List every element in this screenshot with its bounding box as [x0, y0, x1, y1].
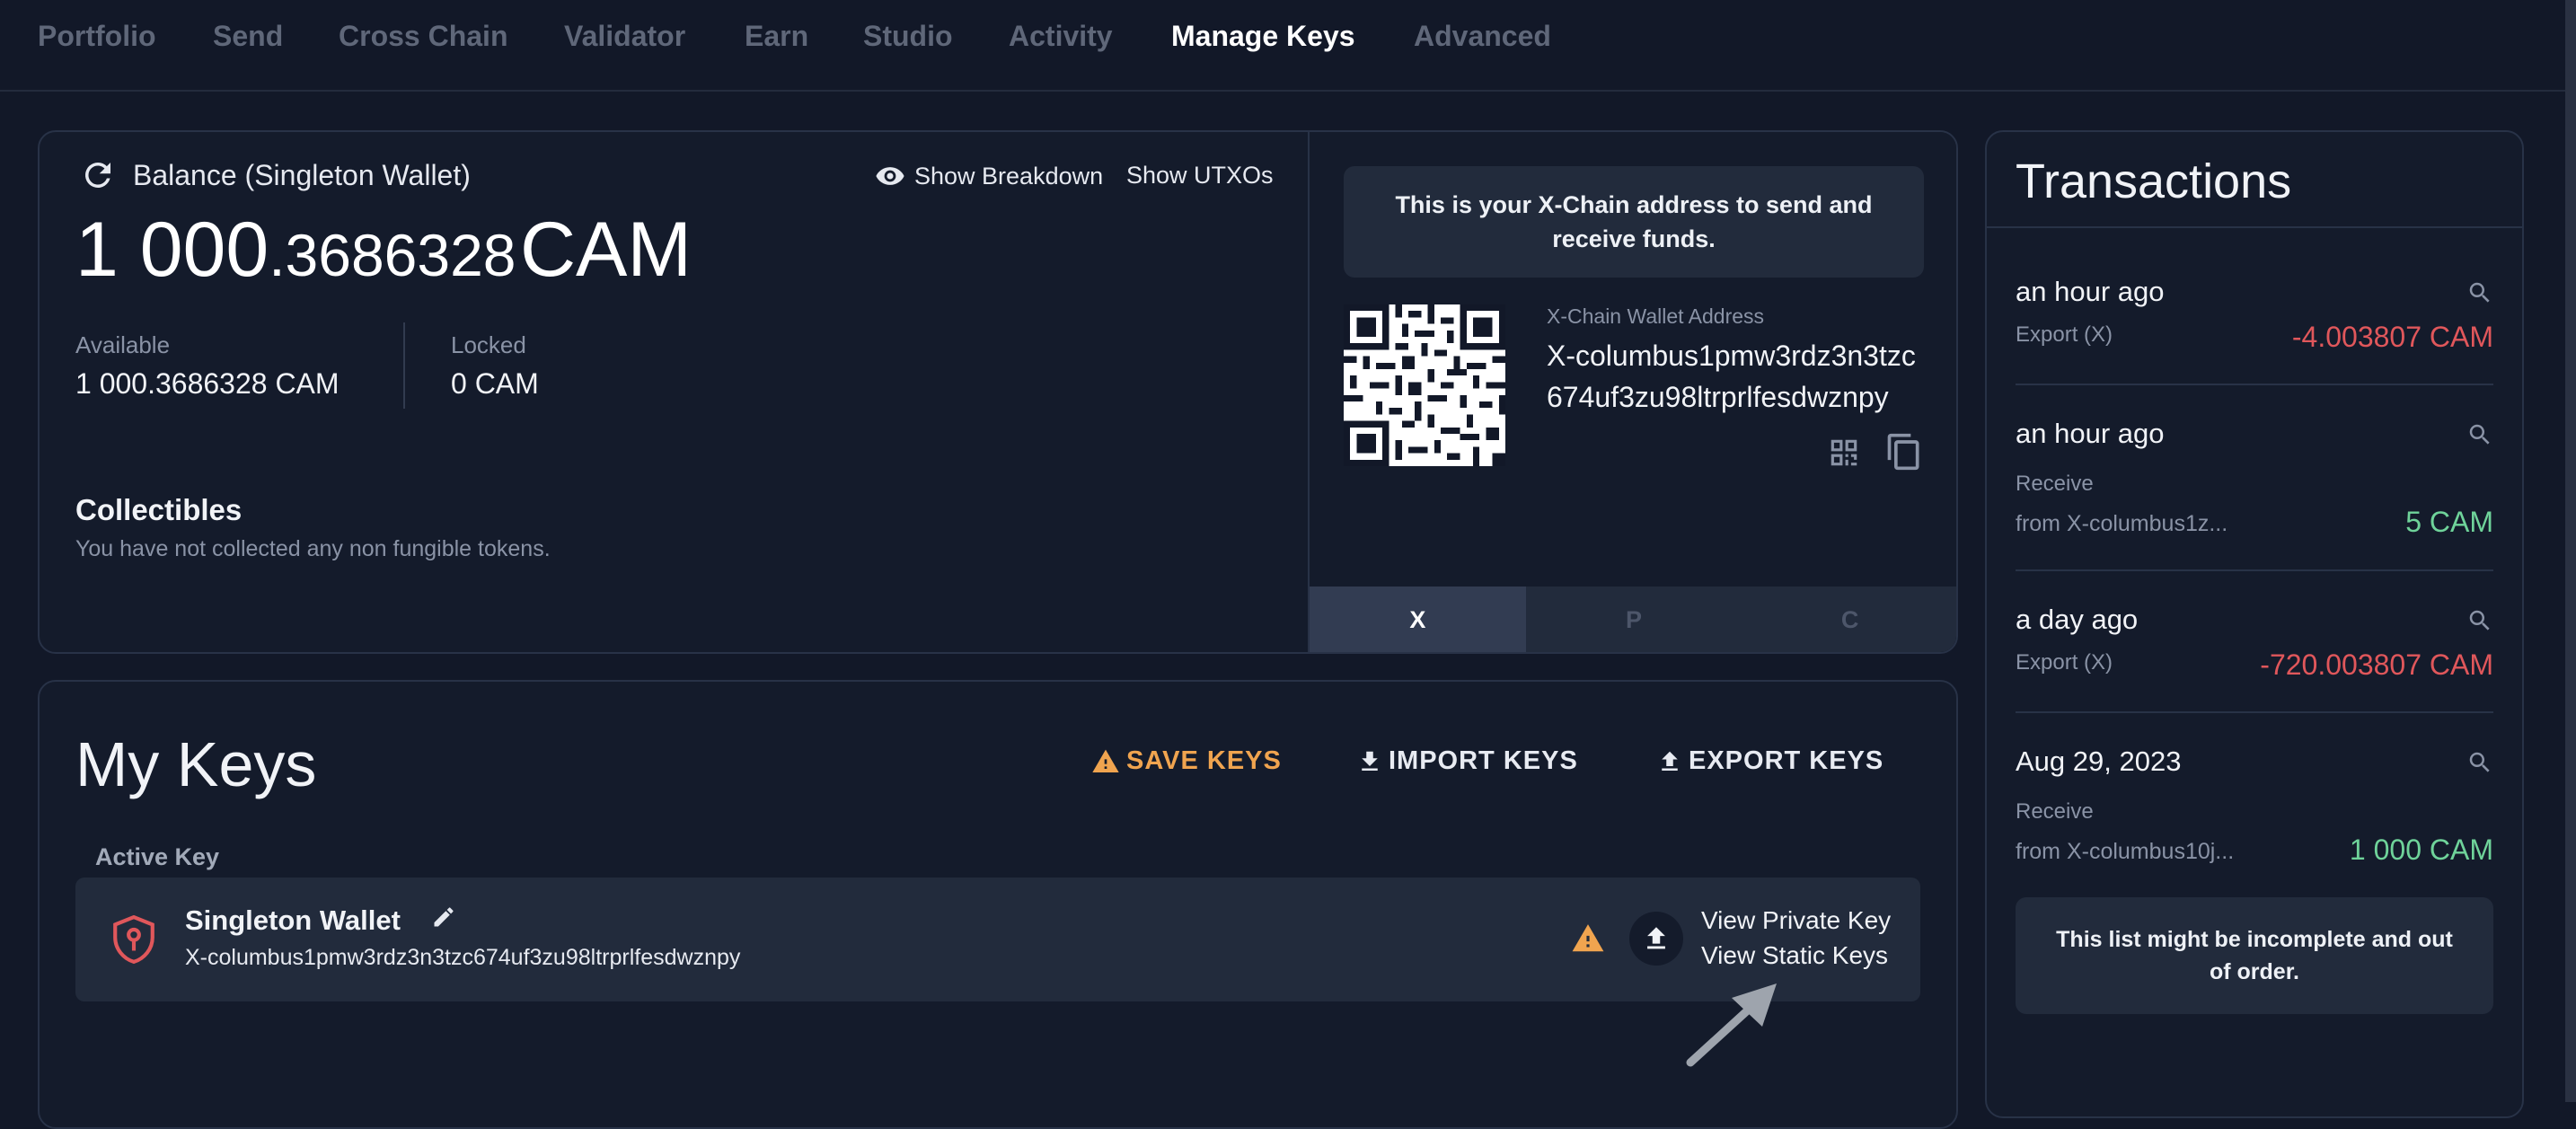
transactions-divider: [1987, 226, 2522, 228]
address-note: This is your X-Chain address to send and…: [1344, 166, 1924, 278]
tx-type: Export (X): [2016, 650, 2113, 675]
available-value: 1 000.3686328 CAM: [75, 367, 340, 400]
top-nav: Portfolio Send Cross Chain Validator Ear…: [0, 0, 2576, 92]
search-icon[interactable]: [2466, 279, 2493, 306]
tx-separator: [2016, 711, 2493, 713]
balance-decimals: .3686328: [269, 222, 516, 288]
show-utxos-button[interactable]: Show UTXOs: [1126, 162, 1274, 190]
wallet-address: X-columbus1pmw3rdz3n3tzc674uf3zu98ltrprl…: [185, 945, 741, 970]
active-key-row: Singleton Wallet X-columbus1pmw3rdz3n3tz…: [75, 878, 1920, 1001]
shield-key-icon: [113, 915, 154, 964]
collectibles-text: You have not collected any non fungible …: [75, 536, 551, 561]
locked-value: 0 CAM: [451, 367, 539, 400]
page-scrollbar[interactable]: [2565, 0, 2576, 1102]
tx-from: from X-columbus1z...: [2016, 511, 2228, 536]
wallet-name: Singleton Wallet: [185, 904, 401, 936]
show-breakdown-label: Show Breakdown: [914, 162, 1104, 190]
search-icon[interactable]: [2466, 421, 2493, 448]
transaction-item: a day ago Export (X) -720.003807 CAM: [2016, 604, 2493, 681]
upload-icon: [1662, 751, 1678, 771]
tx-amount: -720.003807 CAM: [2260, 648, 2493, 681]
refresh-icon[interactable]: [79, 156, 117, 194]
nav-portfolio[interactable]: Portfolio: [38, 20, 156, 53]
export-key-button[interactable]: [1629, 912, 1683, 966]
keys-title: My Keys: [75, 729, 317, 799]
keys-card: My Keys SAVE KEYS IMPORT KEYS EXPORT KEY…: [38, 680, 1958, 1129]
tab-c-chain[interactable]: C: [1742, 587, 1956, 652]
tx-type: Receive: [2016, 472, 2094, 496]
tx-amount: 1 000 CAM: [2349, 834, 2493, 866]
address-label: X-Chain Wallet Address: [1547, 304, 1765, 328]
nav-advanced[interactable]: Advanced: [1414, 20, 1551, 53]
import-keys-button[interactable]: IMPORT KEYS: [1356, 746, 1578, 776]
balance-divider: [403, 322, 405, 409]
nav-manage-keys[interactable]: Manage Keys: [1171, 20, 1355, 53]
nav-studio[interactable]: Studio: [863, 20, 953, 53]
save-keys-button[interactable]: SAVE KEYS: [1090, 746, 1282, 776]
collectibles-title: Collectibles: [75, 493, 243, 526]
download-icon: [1362, 751, 1378, 771]
export-keys-button[interactable]: EXPORT KEYS: [1656, 746, 1883, 776]
copy-icon[interactable]: [1884, 432, 1924, 472]
tab-p-chain[interactable]: P: [1526, 587, 1742, 652]
import-keys-label: IMPORT KEYS: [1389, 746, 1578, 775]
tx-separator: [2016, 569, 2493, 571]
tx-type: Export (X): [2016, 322, 2113, 347]
eye-icon: [876, 167, 904, 185]
locked-label: Locked: [451, 331, 526, 358]
transaction-item: Aug 29, 2023 Receive from X-columbus10j.…: [2016, 745, 2493, 866]
tx-amount: -4.003807 CAM: [2291, 321, 2493, 353]
tx-time: an hour ago: [2016, 276, 2165, 307]
balance-currency: CAM: [519, 207, 693, 293]
save-keys-label: SAVE KEYS: [1126, 746, 1282, 775]
transaction-item: an hour ago Export (X) -4.003807 CAM: [2016, 276, 2493, 353]
address-value: X-columbus1pmw3rdz3n3tzc674uf3zu98ltrprl…: [1547, 340, 1916, 413]
pointer-arrow-icon: [1686, 983, 1777, 1067]
tx-type: Receive: [2016, 799, 2094, 824]
search-icon[interactable]: [2466, 749, 2493, 776]
available-label: Available: [75, 331, 171, 358]
transactions-note: This list might be incomplete and out of…: [2016, 897, 2493, 1014]
upload-icon: [1647, 927, 1665, 949]
view-static-keys-link[interactable]: View Static Keys: [1701, 941, 1888, 970]
qr-code-icon[interactable]: [1827, 436, 1861, 470]
tx-time: an hour ago: [2016, 418, 2165, 449]
active-key-label: Active Key: [95, 843, 220, 870]
transaction-item: an hour ago Receive from X-columbus1z...…: [2016, 418, 2493, 538]
transactions-card: Transactions an hour ago Export (X) -4.0…: [1985, 130, 2524, 1118]
address-panel: This is your X-Chain address to send and…: [1308, 132, 1956, 652]
nav-activity[interactable]: Activity: [1009, 20, 1113, 53]
view-private-key-link[interactable]: View Private Key: [1701, 906, 1891, 935]
balance-card: Balance (Singleton Wallet) Show Breakdow…: [38, 130, 1958, 654]
warning-icon: [1572, 924, 1604, 952]
balance-title: Balance (Singleton Wallet): [133, 159, 471, 191]
nav-cross-chain[interactable]: Cross Chain: [339, 20, 507, 53]
export-keys-label: EXPORT KEYS: [1689, 746, 1884, 775]
balance-amount: 1 000.3686328 CAM: [75, 206, 692, 295]
tx-from: from X-columbus10j...: [2016, 839, 2235, 864]
balance-whole: 1 000: [75, 207, 269, 293]
nav-validator[interactable]: Validator: [564, 20, 685, 53]
nav-earn[interactable]: Earn: [745, 20, 808, 53]
tab-x-chain[interactable]: X: [1310, 587, 1526, 652]
transactions-title: Transactions: [2016, 154, 2292, 208]
tx-time: a day ago: [2016, 604, 2139, 635]
search-icon[interactable]: [2466, 607, 2493, 634]
show-breakdown-button[interactable]: Show Breakdown: [875, 161, 1103, 191]
tx-amount: 5 CAM: [2405, 506, 2493, 538]
warning-icon: [1092, 749, 1119, 772]
nav-send[interactable]: Send: [213, 20, 283, 53]
edit-pencil-icon[interactable]: [431, 904, 456, 930]
chain-tabs: X P C: [1310, 587, 1956, 652]
qr-code: [1344, 304, 1505, 466]
tx-time: Aug 29, 2023: [2016, 745, 2182, 777]
tx-separator: [2016, 384, 2493, 385]
